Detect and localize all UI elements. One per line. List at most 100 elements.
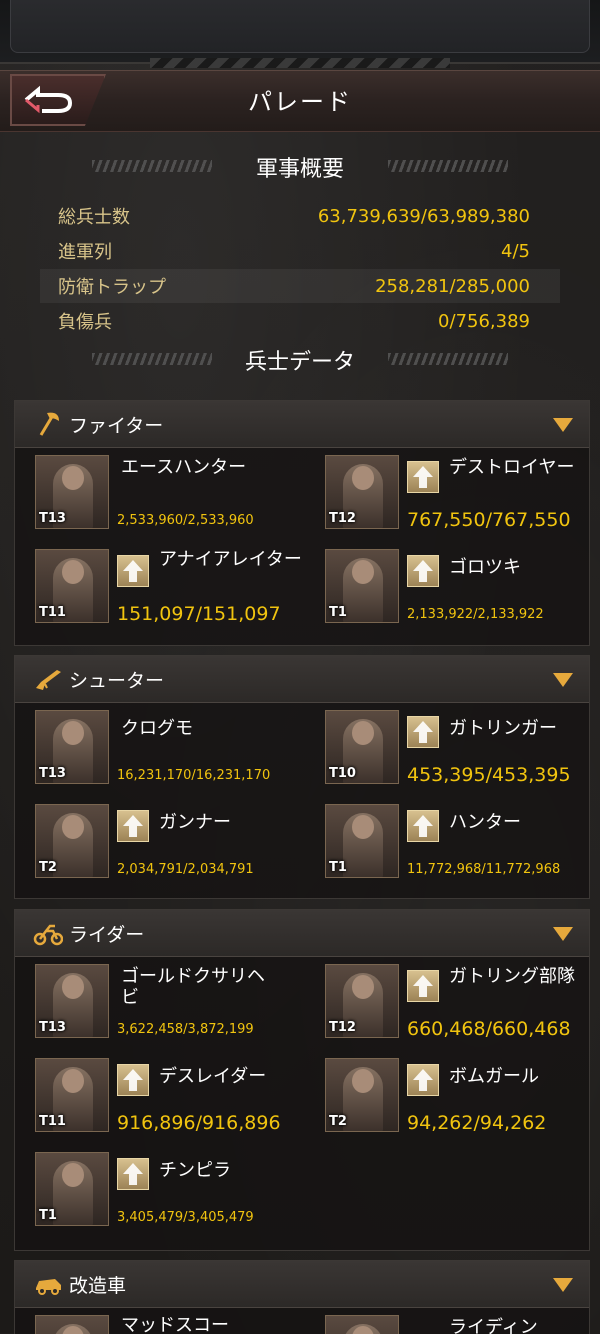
upgrade-button[interactable] <box>117 1064 149 1096</box>
stat-label: 総兵士数 <box>58 207 130 228</box>
upgrade-button[interactable] <box>117 1158 149 1190</box>
up-arrow-icon <box>123 560 143 582</box>
unit-tier: T2 <box>329 1114 347 1129</box>
unit-card[interactable]: T13 ゴールドクサリヘビ 3,622,458/3,872,199 <box>35 964 305 1044</box>
unit-tier: T13 <box>39 511 66 526</box>
unit-count: 916,896/916,896 <box>117 1112 281 1134</box>
unit-count: 11,772,968/11,772,968 <box>407 862 561 877</box>
unit-portrait: T11 <box>35 549 109 623</box>
unit-portrait: T1 <box>35 1152 109 1226</box>
unit-name: マッドスコー <box>121 1315 229 1334</box>
unit-count: 3,405,479/3,405,479 <box>117 1210 254 1225</box>
page-title: パレード <box>248 88 352 116</box>
collapse-arrow-icon[interactable] <box>553 673 573 687</box>
unit-card[interactable]: マッドスコー <box>35 1315 305 1334</box>
unit-tier: T10 <box>329 766 356 781</box>
unit-tier: T12 <box>329 511 356 526</box>
unit-name: デスレイダー <box>159 1066 267 1087</box>
category-header[interactable]: 改造車 <box>15 1261 589 1308</box>
unit-tier: T11 <box>39 1114 66 1129</box>
unit-card[interactable]: T1 ゴロツキ 2,133,922/2,133,922 <box>325 549 595 629</box>
upgrade-button[interactable] <box>117 810 149 842</box>
unit-name: クログモ <box>121 718 193 739</box>
unit-portrait: T13 <box>35 710 109 784</box>
unit-name: アナイアレイター <box>159 549 302 570</box>
upgrade-button[interactable] <box>407 461 439 493</box>
stat-label: 進軍列 <box>58 242 112 263</box>
soldier-data-heading: 兵士データ <box>244 350 355 375</box>
axe-icon <box>39 412 59 436</box>
upgrade-button[interactable] <box>407 716 439 748</box>
collapse-arrow-icon[interactable] <box>553 418 573 432</box>
unit-portrait: T12 <box>325 455 399 529</box>
unit-card[interactable]: T13 エースハンター 2,533,960/2,533,960 <box>35 455 305 535</box>
unit-card[interactable]: T1 ハンター 11,772,968/11,772,968 <box>325 804 595 884</box>
unit-card[interactable]: T11 アナイアレイター 151,097/151,097 <box>35 549 305 629</box>
stat-value: 0/756,389 <box>438 310 530 332</box>
unit-count: 453,395/453,395 <box>407 764 571 786</box>
unit-name: エースハンター <box>121 457 247 478</box>
stat-label: 防衛トラップ <box>58 277 166 298</box>
unit-card[interactable]: T13 クログモ 16,231,170/16,231,170 <box>35 710 305 790</box>
unit-portrait: T13 <box>35 964 109 1038</box>
unit-tier: T1 <box>329 860 347 875</box>
unit-count: 16,231,170/16,231,170 <box>117 768 271 783</box>
unit-tier: T1 <box>39 1208 57 1223</box>
unit-card[interactable]: T1 チンピラ 3,405,479/3,405,479 <box>35 1152 305 1232</box>
stat-row-wounded: 負傷兵 0/756,389 <box>40 304 560 338</box>
unit-card[interactable]: ライディン <box>325 1315 595 1334</box>
stat-row-march: 進軍列 4/5 <box>40 234 560 268</box>
unit-tier: T2 <box>39 860 57 875</box>
category-name: ライダー <box>69 924 145 946</box>
collapse-arrow-icon[interactable] <box>553 927 573 941</box>
unit-portrait: T11 <box>35 1058 109 1132</box>
unit-card[interactable]: T2 ボムガール 94,262/94,262 <box>325 1058 595 1138</box>
upgrade-button[interactable] <box>407 810 439 842</box>
unit-card[interactable]: T12 ガトリング部隊 660,468/660,468 <box>325 964 595 1044</box>
unit-name: ガンナー <box>159 812 231 833</box>
category-header[interactable]: ライダー <box>15 910 589 957</box>
unit-portrait: T2 <box>35 804 109 878</box>
stat-value: 4/5 <box>501 240 530 262</box>
upgrade-button[interactable] <box>407 970 439 1002</box>
unit-card[interactable]: T11 デスレイダー 916,896/916,896 <box>35 1058 305 1138</box>
unit-tier: T1 <box>329 605 347 620</box>
unit-tier: T12 <box>329 1020 356 1035</box>
up-arrow-icon <box>123 815 143 837</box>
unit-portrait <box>35 1315 109 1334</box>
unit-count: 2,034,791/2,034,791 <box>117 862 254 877</box>
unit-count: 94,262/94,262 <box>407 1112 547 1134</box>
upgrade-button[interactable] <box>407 1064 439 1096</box>
unit-tier: T13 <box>39 766 66 781</box>
up-arrow-icon <box>413 815 433 837</box>
upgrade-button[interactable] <box>407 555 439 587</box>
stat-label: 負傷兵 <box>58 312 112 333</box>
stat-value: 63,739,639/63,989,380 <box>317 205 530 227</box>
unit-name: ハンター <box>449 812 521 833</box>
unit-name: ライディン <box>449 1317 538 1334</box>
stat-row-total: 総兵士数 63,739,639/63,989,380 <box>40 199 560 233</box>
unit-tier: T13 <box>39 1020 66 1035</box>
unit-count: 151,097/151,097 <box>117 603 281 625</box>
unit-count: 2,133,922/2,133,922 <box>407 607 544 622</box>
category-header[interactable]: シューター <box>15 656 589 703</box>
unit-portrait: T12 <box>325 964 399 1038</box>
unit-portrait: T13 <box>35 455 109 529</box>
unit-card[interactable]: T12 デストロイヤー 767,550/767,550 <box>325 455 595 535</box>
unit-name: チンピラ <box>159 1160 231 1181</box>
unit-name: ボムガール <box>449 1066 539 1087</box>
unit-card[interactable]: T10 ガトリンガー 453,395/453,395 <box>325 710 595 790</box>
collapse-arrow-icon[interactable] <box>553 1278 573 1292</box>
unit-card[interactable]: T2 ガンナー 2,034,791/2,034,791 <box>35 804 305 884</box>
category-header[interactable]: ファイター <box>15 401 589 448</box>
overview-heading: 軍事概要 <box>255 157 344 182</box>
unit-tier: T11 <box>39 605 66 620</box>
upgrade-button[interactable] <box>117 555 149 587</box>
unit-count: 3,622,458/3,872,199 <box>117 1022 254 1037</box>
unit-name: ゴールドクサリヘビ <box>121 966 265 1008</box>
unit-name: ゴロツキ <box>449 557 521 578</box>
up-arrow-icon <box>413 1069 433 1091</box>
unit-name: ガトリング部隊 <box>449 966 575 987</box>
up-arrow-icon <box>123 1069 143 1091</box>
up-arrow-icon <box>413 560 433 582</box>
